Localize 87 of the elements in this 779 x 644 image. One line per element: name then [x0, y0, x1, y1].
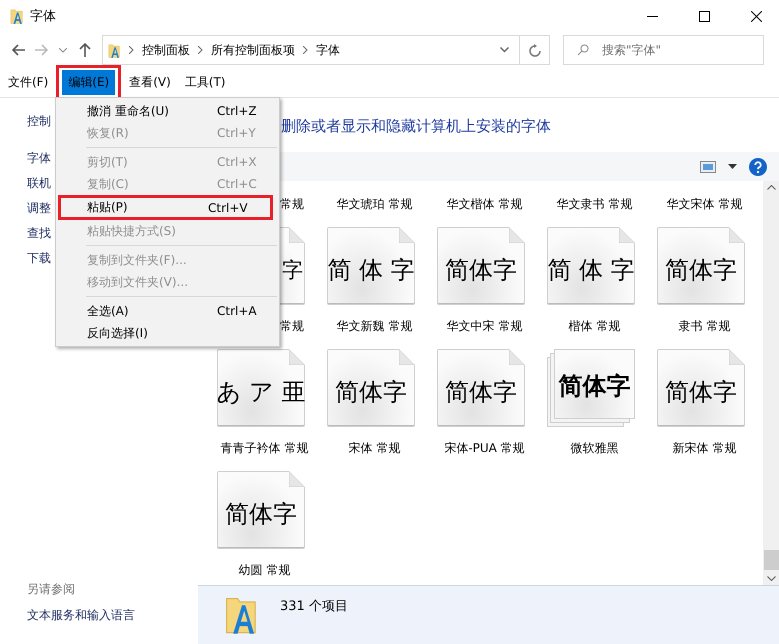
font-name: 华文隶书 常规 [556, 196, 632, 213]
search-icon [577, 44, 589, 56]
font-sample: あ ア 亜 [216, 377, 306, 408]
folded-corner-icon [509, 227, 525, 243]
font-name: 宋体-PUA 常规 [444, 440, 525, 457]
font-name: 华文宋体 常规 [666, 196, 742, 213]
menu-bar-item[interactable]: 工具(T) [178, 70, 232, 95]
font-name: 华文琥珀 常规 [336, 196, 412, 213]
font-sample: 简 体 字 [547, 255, 635, 286]
scroll-up-icon[interactable] [766, 185, 776, 190]
menu-bar-item[interactable]: 查看(V) [123, 70, 177, 95]
font-sample: 简 体 字 [327, 255, 415, 286]
font-name: 幼圆 常规 [238, 562, 290, 579]
font-name: 青青子衿体 常规 [220, 440, 308, 457]
font-preview-tile[interactable]: 简 体 字 [547, 227, 635, 305]
menu-item[interactable]: 粘贴(P) Ctrl+V [61, 198, 270, 217]
font-name: 常规 [280, 196, 305, 213]
folded-corner-icon [399, 349, 415, 365]
font-preview-tile[interactable]: 简体字 [437, 349, 525, 427]
font-sample: 简体字 [335, 377, 407, 408]
font-preview-tile[interactable]: 简体字 [327, 349, 415, 427]
menu-item[interactable]: 撤消 重命名(U) Ctrl+Z [56, 100, 279, 122]
font-sample: 简体字 [665, 377, 737, 408]
folded-corner-icon [289, 471, 305, 487]
caret-icon [728, 164, 737, 169]
font-preview-tile[interactable]: 简体字 [437, 227, 525, 305]
menu-bar-item[interactable]: 文件(F) [2, 70, 54, 95]
font-sample: 简体字 [225, 499, 297, 530]
menu-item[interactable]: 全选(A) Ctrl+A [56, 300, 279, 322]
chevron-icon [303, 46, 308, 54]
scroll-down-icon[interactable] [766, 576, 776, 581]
folded-corner-icon [619, 227, 635, 243]
forward-arrow-icon [34, 44, 48, 56]
folded-corner-icon [729, 349, 745, 365]
menu-bar-item[interactable]: 编辑(E) [62, 70, 116, 95]
font-name: 宋体 常规 [348, 440, 400, 457]
font-preview-tile[interactable]: 简体字 [657, 227, 745, 305]
font-sample: 简体字 [445, 255, 517, 286]
font-preview-tile[interactable]: あ ア 亜 [217, 349, 305, 427]
font-name: 华文中宋 常规 [446, 318, 522, 335]
font-folder-icon [108, 42, 121, 58]
font-name: 新宋体 常规 [672, 440, 736, 457]
font-sample: 简体字 [665, 255, 737, 286]
view-button[interactable] [700, 160, 716, 172]
menu-item[interactable]: 反向选择(I) [56, 322, 279, 344]
font-preview-tile[interactable]: 简体字 [657, 349, 745, 427]
folded-corner-icon [729, 227, 745, 243]
see-also-heading: 另请参阅 [27, 581, 76, 598]
chevron-icon [198, 46, 203, 54]
scrollbar[interactable] [763, 181, 779, 585]
back-arrow-icon [12, 44, 26, 56]
scroll-thumb[interactable] [764, 550, 778, 570]
breadcrumb[interactable]: 所有控制面板项 [211, 42, 295, 58]
folded-corner-icon [509, 349, 525, 365]
item-count: 331 个项目 [280, 598, 348, 615]
address-bar[interactable]: 控制面板 所有控制面板项 字体 [102, 35, 550, 65]
font-name: 华文楷体 常规 [446, 196, 522, 213]
search-field[interactable]: 搜索"字体" [563, 35, 764, 65]
help-button[interactable] [749, 158, 767, 176]
close-icon [750, 10, 762, 22]
view-icon [700, 160, 716, 172]
refresh-icon [528, 44, 540, 56]
up-arrow-icon [79, 43, 91, 57]
font-sample: 字 [282, 257, 303, 284]
font-name: 微软雅黑 [570, 440, 618, 457]
chevron-down-icon [500, 47, 508, 53]
breadcrumb[interactable]: 字体 [316, 42, 340, 58]
chevron-down-icon [59, 48, 67, 52]
help-icon [749, 158, 767, 176]
maximize-icon [698, 10, 710, 22]
font-name: 隶书 常规 [678, 318, 730, 335]
font-sample: 简体字 [558, 371, 630, 402]
folded-corner-icon [289, 349, 305, 365]
breadcrumb[interactable]: 控制面板 [142, 42, 190, 58]
font-folder-icon [10, 7, 24, 25]
folded-corner-icon [399, 227, 415, 243]
view-options-button[interactable] [728, 164, 737, 169]
font-name: 楷体 常规 [568, 318, 620, 335]
font-name: 常规 [280, 318, 305, 335]
font-preview-tile[interactable]: 简 体 字 [327, 227, 415, 305]
font-preview-tile[interactable]: 简体字 [217, 471, 305, 549]
page-heading: 删除或者显示和隐藏计算机上安装的字体 [281, 117, 551, 136]
chevron-icon [129, 46, 134, 54]
see-also-link[interactable]: 文本服务和输入语言 [27, 606, 198, 624]
font-name: 华文新魏 常规 [336, 318, 412, 335]
font-sample: 简体字 [445, 377, 517, 408]
window-title: 字体 [30, 8, 57, 25]
